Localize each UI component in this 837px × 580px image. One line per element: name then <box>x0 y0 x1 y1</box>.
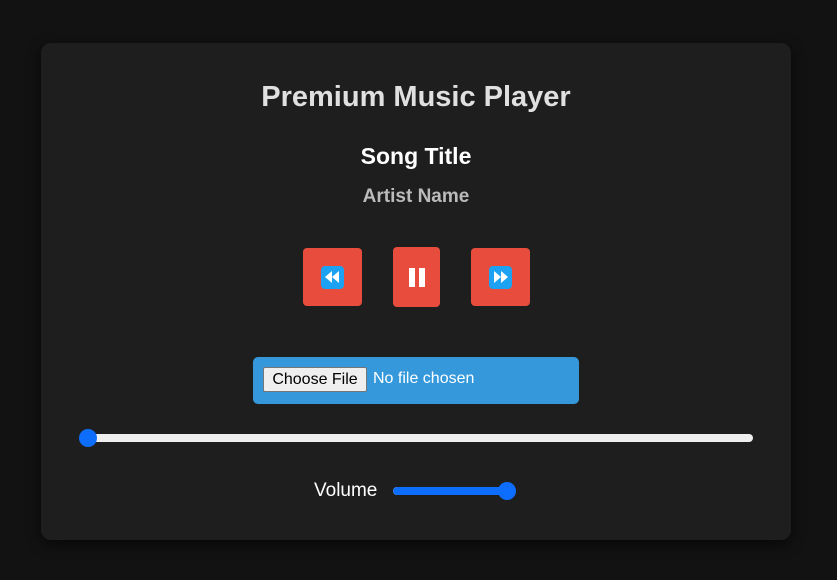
player-card: Premium Music Player Song Title Artist N… <box>41 43 791 540</box>
pause-icon <box>408 267 425 287</box>
rewind-icon <box>321 265 344 289</box>
volume-label: Volume <box>314 480 378 501</box>
app-title: Premium Music Player <box>261 81 571 113</box>
song-title: Song Title <box>360 143 472 169</box>
file-status-text: No file chosen <box>373 370 475 387</box>
seek-slider-thumb[interactable] <box>79 429 97 447</box>
volume-slider-track[interactable] <box>393 487 513 495</box>
fast-forward-icon <box>489 265 512 289</box>
choose-file-button[interactable]: Choose File <box>263 367 367 392</box>
previous-button[interactable] <box>303 248 362 306</box>
volume-slider-fill <box>393 487 513 495</box>
play-pause-button[interactable] <box>393 247 440 307</box>
file-input-container: Choose File No file chosen <box>253 357 579 404</box>
artist-name: Artist Name <box>362 186 470 207</box>
volume-slider-thumb[interactable] <box>498 482 516 500</box>
seek-slider-track[interactable] <box>81 434 753 442</box>
next-button[interactable] <box>471 248 530 306</box>
